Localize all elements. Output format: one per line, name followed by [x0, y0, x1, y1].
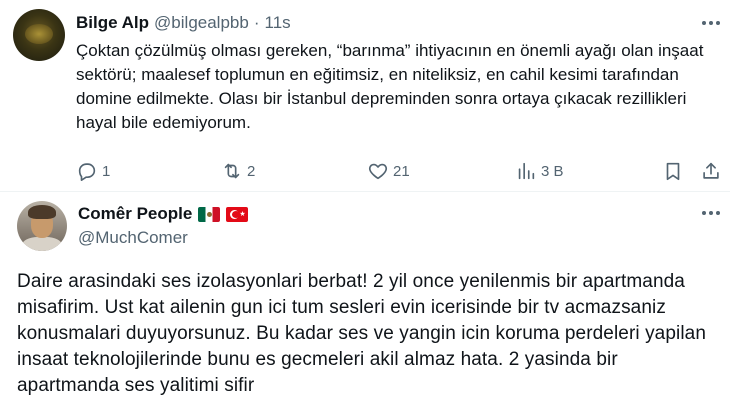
- like-icon: [368, 163, 388, 180]
- reply-count: 1: [102, 162, 111, 180]
- share-icon: [703, 162, 719, 179]
- turkey-flag-icon: ★: [226, 206, 249, 222]
- avatar[interactable]: [13, 9, 65, 61]
- mexico-flag-icon: [198, 206, 221, 222]
- author-handle[interactable]: @MuchComer: [78, 228, 188, 248]
- author-name[interactable]: Bilge Alp: [76, 13, 149, 33]
- tweet-actions: 1 2 21 3 B: [0, 159, 730, 183]
- tweet-text: Çoktan çözülmüş olması gereken, “barınma…: [76, 41, 704, 132]
- views-button[interactable]: 3 B: [515, 159, 564, 183]
- like-count: 21: [393, 162, 410, 180]
- avatar[interactable]: [17, 201, 67, 251]
- bookmark-icon: [666, 162, 680, 181]
- tweet-divider: [0, 191, 730, 192]
- author-name[interactable]: Comêr People: [78, 204, 192, 224]
- repost-count: 2: [247, 162, 256, 180]
- tweet-time[interactable]: 11s: [265, 13, 291, 33]
- share-button[interactable]: [700, 159, 722, 183]
- tweet-header: Comêr People ★: [78, 203, 249, 225]
- views-icon: [518, 162, 535, 180]
- repost-icon: [224, 163, 240, 179]
- reply-button[interactable]: 1: [76, 159, 110, 183]
- reply-icon: [78, 163, 96, 181]
- tweet-bilge-alp[interactable]: Bilge Alp @bilgealpbb · 11s Çoktan çözül…: [0, 0, 730, 190]
- tweet-text: Daire arasindaki ses izolasyonlari berba…: [17, 271, 706, 396]
- more-icon[interactable]: [699, 203, 723, 223]
- separator-dot: ·: [253, 13, 260, 32]
- more-icon[interactable]: [699, 13, 723, 33]
- repost-button[interactable]: 2: [221, 159, 255, 183]
- views-count: 3 B: [541, 162, 564, 180]
- author-handle[interactable]: @bilgealpbb: [154, 13, 249, 33]
- like-button[interactable]: 21: [367, 159, 410, 183]
- tweet-header: Bilge Alp @bilgealpbb · 11s: [76, 12, 291, 34]
- bookmark-button[interactable]: [662, 159, 684, 183]
